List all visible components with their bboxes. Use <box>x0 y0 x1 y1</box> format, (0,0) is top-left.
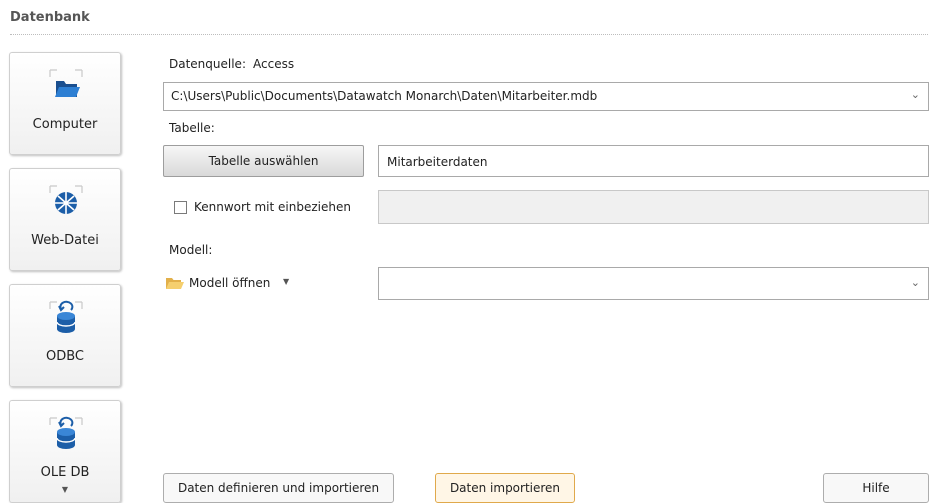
model-combobox[interactable]: ⌄ <box>378 267 929 300</box>
source-computer-button[interactable]: Computer <box>9 52 121 155</box>
source-web-file-button[interactable]: Web-Datei <box>9 168 121 271</box>
folder-icon <box>165 275 185 294</box>
table-name-field[interactable]: Mitarbeiterdaten <box>378 145 929 177</box>
password-field[interactable] <box>378 190 929 224</box>
source-ole-db-button[interactable]: OLE DB ▼ <box>9 400 121 503</box>
password-checkbox-label: Kennwort mit einbeziehen <box>194 200 351 214</box>
password-checkbox[interactable] <box>174 201 187 214</box>
source-label: OLE DB <box>40 465 90 480</box>
table-label: Tabelle: <box>169 121 215 135</box>
chevron-down-icon[interactable]: ⌄ <box>911 88 920 101</box>
source-label: ODBC <box>45 349 84 364</box>
datasource-path-value: C:\Users\Public\Documents\Datawatch Mona… <box>171 89 598 103</box>
chevron-down-icon: ▼ <box>283 277 290 286</box>
database-icon <box>47 299 85 335</box>
open-folder-icon <box>47 67 85 103</box>
table-name-value: Mitarbeiterdaten <box>387 155 488 169</box>
chevron-down-icon[interactable]: ⌄ <box>911 276 920 289</box>
select-table-button[interactable]: Tabelle auswählen <box>163 145 364 177</box>
divider <box>10 34 928 35</box>
chevron-down-icon[interactable]: ▼ <box>10 485 120 494</box>
datasource-type: Access <box>253 57 295 71</box>
source-label: Web-Datei <box>31 233 99 248</box>
datasource-path-combobox[interactable]: C:\Users\Public\Documents\Datawatch Mona… <box>163 82 929 111</box>
globe-icon <box>47 183 85 219</box>
model-label: Modell: <box>169 243 213 257</box>
source-label: Computer <box>32 117 98 132</box>
open-model-label: Modell öffnen <box>189 276 271 290</box>
section-title: Datenbank <box>10 10 90 25</box>
source-odbc-button[interactable]: ODBC <box>9 284 121 387</box>
database-icon <box>47 415 85 451</box>
datasource-label: Datenquelle: <box>169 57 246 71</box>
